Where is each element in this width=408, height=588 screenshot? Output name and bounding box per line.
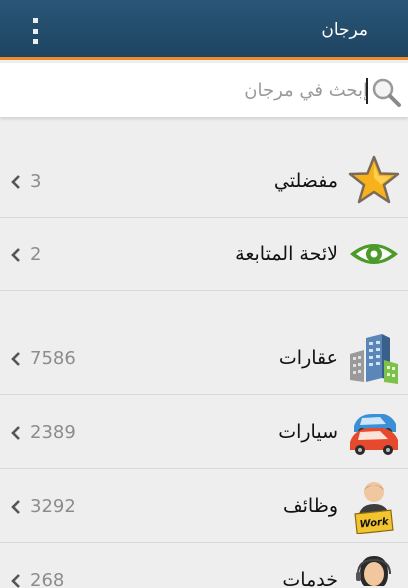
real-estate-label: عقارات bbox=[278, 347, 338, 369]
watchlist-label: لائحة المتابعة bbox=[235, 243, 338, 265]
cars-icon bbox=[350, 414, 398, 455]
list-item-favorites[interactable]: مفضلتي 3 bbox=[0, 145, 408, 218]
chevron-left-icon bbox=[11, 500, 20, 514]
list-item-watchlist[interactable]: لائحة المتابعة 2 bbox=[0, 218, 408, 291]
chevron-left-icon bbox=[11, 426, 20, 440]
real-estate-count: 7586 bbox=[30, 348, 76, 369]
cars-count: 2389 bbox=[30, 422, 76, 443]
jobs-label: وظائف bbox=[282, 495, 338, 517]
chevron-left-icon bbox=[11, 352, 20, 366]
app-bar: مرجان bbox=[0, 0, 408, 60]
services-label: خدمات bbox=[282, 569, 338, 588]
chevron-left-icon bbox=[11, 574, 20, 588]
buildings-icon bbox=[350, 334, 398, 384]
favorites-count: 3 bbox=[30, 171, 42, 192]
service-agent-icon bbox=[356, 556, 391, 586]
list-item-jobs[interactable]: Work وظائف 3292 bbox=[0, 470, 408, 543]
services-count: 268 bbox=[30, 570, 65, 588]
search-icon[interactable] bbox=[370, 76, 402, 108]
worker-icon: Work bbox=[354, 482, 394, 534]
list-item-services[interactable]: خدمات 268 bbox=[0, 544, 408, 588]
search-bar bbox=[0, 63, 408, 117]
watchlist-count: 2 bbox=[30, 244, 42, 265]
text-cursor bbox=[366, 78, 368, 104]
star-icon bbox=[348, 155, 400, 204]
search-input[interactable] bbox=[28, 73, 368, 107]
section-divider bbox=[0, 292, 408, 322]
eye-icon bbox=[350, 244, 398, 264]
chevron-left-icon bbox=[11, 248, 20, 262]
overflow-menu-icon[interactable] bbox=[28, 16, 42, 46]
cars-label: سيارات bbox=[278, 421, 338, 443]
favorites-label: مفضلتي bbox=[273, 170, 338, 192]
list-item-cars[interactable]: سيارات 2389 bbox=[0, 396, 408, 469]
chevron-left-icon bbox=[11, 175, 20, 189]
list-item-real-estate[interactable]: عقارات 7586 bbox=[0, 322, 408, 395]
app-title: مرجان bbox=[321, 20, 368, 40]
jobs-count: 3292 bbox=[30, 496, 76, 517]
